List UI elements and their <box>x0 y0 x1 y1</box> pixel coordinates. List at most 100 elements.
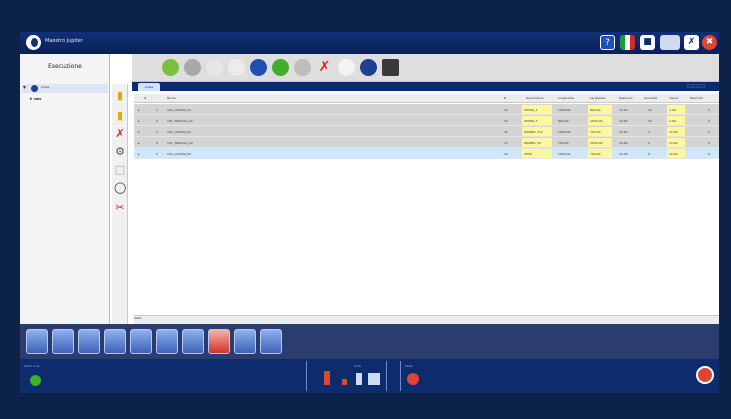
cell-qty[interactable]: 10 <box>648 108 652 112</box>
cell-name[interactable]: 101_LASTRA_03 <box>167 152 191 156</box>
cell-val[interactable]: 1,00 <box>669 108 676 112</box>
row-expand-icon[interactable]: ▸ <box>138 141 140 145</box>
cell-desc[interactable]: VETR <box>524 152 532 156</box>
tree-item-root[interactable]: ▾ Linee <box>22 84 108 93</box>
workpiece-icon[interactable] <box>78 329 100 354</box>
cell-desc[interactable]: VETRO_T <box>524 119 538 123</box>
globe-icon[interactable] <box>294 59 311 76</box>
home-icon[interactable] <box>26 329 48 354</box>
cell-thk[interactable]: 10,00 <box>619 141 628 145</box>
row-expand-icon[interactable]: ▸ <box>138 152 140 156</box>
cell-wid[interactable]: 700,00 <box>590 130 601 134</box>
cell-num[interactable]: 5 <box>156 152 158 156</box>
col-header-n[interactable]: N <box>504 96 506 100</box>
cell-tot[interactable]: 0 <box>708 141 710 145</box>
tools-icon[interactable]: ✗ <box>684 35 699 50</box>
cell-len[interactable]: 800,00 <box>558 119 569 123</box>
italian-flag-icon[interactable] <box>620 35 635 50</box>
cell-qty[interactable]: 10 <box>648 119 652 123</box>
row-expand-icon[interactable]: ▸ <box>138 108 140 112</box>
tool-icon[interactable] <box>104 329 126 354</box>
table-row[interactable]: ▸ 5 101_LASTRA_03 10 VETR 1000,00 700,00 10,00 0… <box>134 148 719 159</box>
add-item-icon[interactable]: ▮ <box>114 110 126 122</box>
expand-icon[interactable]: ▾ <box>23 84 26 91</box>
cell-num[interactable]: 4 <box>156 141 158 145</box>
pause-icon[interactable] <box>206 59 223 76</box>
cell-tot[interactable]: 0 <box>708 108 710 112</box>
cell-n[interactable]: 10 <box>504 119 508 123</box>
cell-tot[interactable]: 0 <box>708 152 710 156</box>
cell-tot[interactable]: 0 <box>708 130 710 134</box>
cell-desc[interactable]: VETRO_1 <box>524 108 538 112</box>
cell-val[interactable]: 10,00 <box>669 130 678 134</box>
cell-n[interactable]: 10 <box>504 108 508 112</box>
row-expand-icon[interactable]: ▸ <box>138 130 140 134</box>
cell-len[interactable]: 1000,00 <box>558 130 570 134</box>
col-header-larghezza[interactable]: Larghezza <box>590 96 605 100</box>
cell-name[interactable]: 101_LASTRA_01 <box>167 108 191 112</box>
search-icon[interactable] <box>338 59 355 76</box>
cell-desc[interactable]: MARMO_S3 <box>524 141 541 145</box>
next-icon[interactable] <box>250 59 267 76</box>
cell-wid[interactable]: 800,00 <box>590 108 601 112</box>
table-row[interactable]: ▸ 2 101_TRAVALA_01 10 VETRO_T 800,00 1000,00 10… <box>134 115 719 126</box>
cell-name[interactable]: 101_TRAVALA_02 <box>167 141 193 145</box>
display-icon[interactable] <box>660 35 680 50</box>
delete-icon[interactable]: ✗ <box>114 128 126 140</box>
cell-val[interactable]: 1,00 <box>669 119 676 123</box>
table-row[interactable]: ▸ 1 101_LASTRA_01 10 VETRO_1 1000,00 800,00 10,… <box>134 104 719 115</box>
col-header-pezzi[interactable]: Pezzi tot. <box>690 96 704 100</box>
cell-n[interactable]: 10 <box>504 152 508 156</box>
cell-wid[interactable]: 1000,00 <box>590 119 602 123</box>
monitor-icon[interactable] <box>52 329 74 354</box>
table-row[interactable]: ▸ 3 101_LASTRA_02 41 MARMO_T11 1000,00 700,00 1… <box>134 126 719 137</box>
cell-qty[interactable]: 1 <box>648 141 650 145</box>
col-header-spessore[interactable]: Spessore <box>619 96 633 100</box>
settings-icon[interactable]: ⚙ <box>114 146 126 158</box>
play-icon[interactable] <box>184 59 201 76</box>
transfer-icon[interactable] <box>260 329 282 354</box>
tree-item-child[interactable]: MRS <box>34 97 41 101</box>
list-icon[interactable] <box>130 329 152 354</box>
cell-num[interactable]: 2 <box>156 119 158 123</box>
edit-program-icon[interactable] <box>156 329 178 354</box>
cell-thk[interactable]: 10,00 <box>619 130 628 134</box>
window-controls-icon[interactable]: □□□□ <box>687 83 706 88</box>
cell-thk[interactable]: 10,00 <box>619 152 628 156</box>
cell-val[interactable]: 10,00 <box>669 152 678 156</box>
pencil-icon[interactable] <box>234 329 256 354</box>
cell-name[interactable]: 101_LASTRA_02 <box>167 130 191 134</box>
user-icon[interactable]: ■ <box>640 35 655 50</box>
cut-icon[interactable]: ✂ <box>114 202 126 214</box>
col-header-lunghezza[interactable]: Lunghezza <box>558 96 574 100</box>
cell-wid[interactable]: 700,00 <box>590 152 601 156</box>
cell-name[interactable]: 101_TRAVALA_01 <box>167 119 193 123</box>
cell-len[interactable]: 1000,00 <box>558 108 570 112</box>
cutter-icon[interactable] <box>182 329 204 354</box>
col-header-num[interactable]: # <box>144 96 147 100</box>
col-header-descrizione[interactable]: Descrizione <box>526 96 543 100</box>
cell-wid[interactable]: 1000,00 <box>590 141 602 145</box>
cell-val[interactable]: 10,00 <box>669 141 678 145</box>
edit-icon[interactable] <box>162 59 179 76</box>
cell-len[interactable]: 1000,00 <box>558 152 570 156</box>
col-header-valore[interactable]: Valore <box>669 96 678 100</box>
tab-linea[interactable]: Linea <box>138 83 160 91</box>
stop-status-icon[interactable] <box>407 373 419 385</box>
ok-icon[interactable] <box>272 59 289 76</box>
cell-num[interactable]: 1 <box>156 108 158 112</box>
add-folder-icon[interactable]: ▮ <box>114 90 126 102</box>
cell-thk[interactable]: 10,00 <box>619 119 628 123</box>
emergency-stop-icon[interactable] <box>696 366 714 384</box>
cell-n[interactable]: 11 <box>504 141 508 145</box>
table-row[interactable]: ▸ 4 101_TRAVALA_02 11 MARMO_S3 790,00 1000,00 1… <box>134 137 719 148</box>
cycle-icon[interactable]: ◯ <box>114 182 126 194</box>
cell-tot[interactable]: 0 <box>708 119 710 123</box>
col-header-nome[interactable]: Nome <box>167 96 176 100</box>
help-icon[interactable]: ? <box>600 35 615 50</box>
cell-qty[interactable]: 0 <box>648 152 650 156</box>
copy-icon[interactable]: □ <box>114 164 126 176</box>
row-expand-icon[interactable]: ▸ <box>138 119 140 123</box>
cell-qty[interactable]: 1 <box>648 130 650 134</box>
close-icon[interactable]: ✖ <box>702 35 717 50</box>
